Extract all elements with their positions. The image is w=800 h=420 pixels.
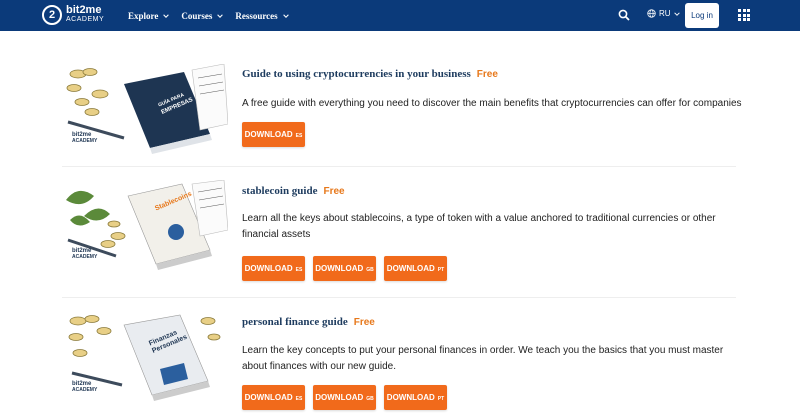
- cover-brand: bit2me ACADEMY: [72, 248, 98, 260]
- chevron-down-icon: [163, 13, 170, 18]
- nav-explore-label: Explore: [128, 10, 159, 21]
- guide-description: Learn all the keys about stablecoins, a …: [242, 213, 716, 240]
- download-gb-button[interactable]: DOWNLOAD GB: [313, 385, 376, 410]
- guide-cover-illustration: [66, 180, 228, 270]
- cover-brand: bit2me ACADEMY: [72, 132, 98, 144]
- nav-courses[interactable]: Courses: [181, 10, 224, 21]
- free-badge: Free: [353, 317, 375, 328]
- guide-description: Learn the key concepts to put your perso…: [242, 345, 724, 372]
- top-navbar: 2 bit2me ACADEMY Explore Courses Ressour…: [0, 0, 800, 31]
- guide-card-crypto-business: GUÍA PARA EMPRESAS bit2me ACADEMY Guide …: [62, 52, 742, 167]
- bit2me-academy-logo[interactable]: 2 bit2me ACADEMY: [42, 5, 104, 25]
- apps-grid-icon[interactable]: [738, 9, 750, 21]
- download-pt-button[interactable]: DOWNLOAD PT: [384, 385, 447, 410]
- guide-card-stablecoin: Stablecoins bit2me ACADEMY stablecoin gu…: [62, 168, 736, 298]
- main-nav: Explore Courses Ressources: [128, 0, 301, 31]
- nav-ressources-label: Ressources: [235, 10, 278, 21]
- chevron-down-icon: [217, 13, 224, 18]
- guide-description: A free guide with everything you need to…: [242, 98, 742, 109]
- logo-sub: ACADEMY: [66, 16, 105, 23]
- download-gb-button[interactable]: DOWNLOAD GB: [313, 256, 376, 281]
- guide-title: personal finance guide: [242, 316, 348, 328]
- guide-title: Guide to using cryptocurrencies in your …: [242, 68, 471, 80]
- nav-explore[interactable]: Explore: [128, 10, 170, 21]
- guide-title: stablecoin guide: [242, 185, 318, 197]
- chevron-down-icon: [673, 11, 680, 16]
- download-pt-button[interactable]: DOWNLOAD PT: [384, 256, 447, 281]
- guide-cover-illustration: [66, 64, 228, 154]
- logo-badge: 2: [42, 5, 62, 25]
- logo-brand: bit2me: [66, 4, 102, 16]
- download-es-button[interactable]: DOWNLOAD ES: [242, 256, 305, 281]
- globe-icon: [647, 9, 656, 18]
- free-badge: Free: [476, 69, 498, 80]
- download-es-button[interactable]: DOWNLOAD ES: [242, 385, 305, 410]
- download-es-button[interactable]: DOWNLOAD ES: [242, 122, 305, 147]
- cover-brand: bit2me ACADEMY: [72, 381, 98, 393]
- free-badge: Free: [323, 186, 345, 197]
- nav-courses-label: Courses: [181, 10, 213, 21]
- guide-card-personal-finance: Finanzas Personales bit2me ACADEMY perso…: [62, 299, 736, 420]
- login-button[interactable]: Log in: [685, 3, 719, 28]
- language-code: RU: [659, 9, 671, 18]
- chevron-down-icon: [282, 13, 289, 18]
- language-selector[interactable]: RU: [647, 9, 680, 18]
- search-icon[interactable]: [618, 9, 630, 21]
- nav-ressources[interactable]: Ressources: [235, 10, 289, 21]
